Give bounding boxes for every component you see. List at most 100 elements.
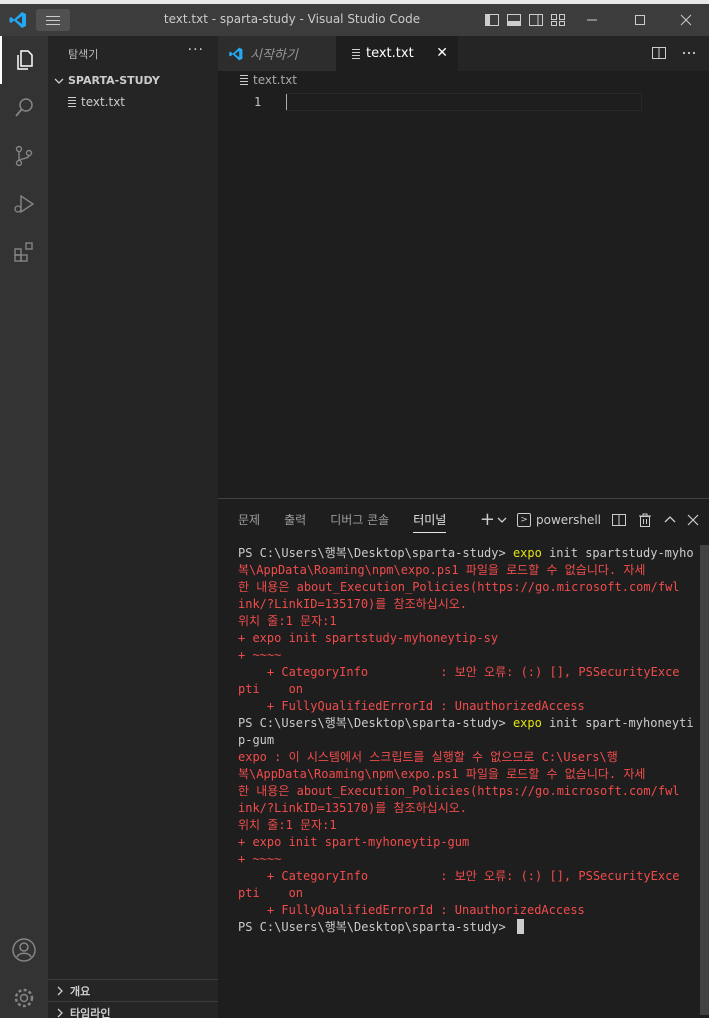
terminal-text: expo	[512, 716, 542, 730]
terminal-text: 위치 줄:1 문자:1	[238, 614, 337, 628]
terminal-text: 복\AppData\Roaming\npm\expo.ps1 파일을 로드할 수…	[238, 563, 646, 577]
tab-debug-console[interactable]: 디버그 콘솔	[330, 511, 389, 533]
customize-layout-icon[interactable]	[550, 12, 566, 28]
terminal-shell-selector[interactable]: > powershell	[517, 512, 601, 527]
terminal-text: 위치 줄:1 문자:1	[238, 818, 337, 832]
toggle-secondary-sidebar-icon[interactable]	[528, 12, 544, 28]
window-title: text.txt - sparta-study - Visual Studio …	[163, 12, 421, 26]
terminal-line: ink/?LinkID=135170)를 참조하십시오.	[238, 596, 698, 613]
application-menu-button[interactable]	[36, 9, 70, 31]
source-control-icon	[15, 145, 33, 167]
terminal-line: + expo init spart-myhoneytip-gum	[238, 834, 698, 851]
terminal-text: init spart-myhoneyti	[541, 716, 694, 730]
terminal-line: PS C:\Users\행복\Desktop\sparta-study> exp…	[238, 545, 698, 562]
close-window-button[interactable]	[674, 8, 698, 32]
search-button[interactable]	[0, 84, 48, 132]
terminal-line: 복\AppData\Roaming\npm\expo.ps1 파일을 로드할 수…	[238, 562, 698, 579]
files-icon	[17, 50, 33, 70]
text-cursor	[286, 94, 287, 110]
terminal-text: PS C:\Users\행복\Desktop\sparta-study>	[238, 546, 513, 560]
folder-sparta-study[interactable]: SPARTA-STUDY	[54, 74, 160, 87]
chevron-right-icon	[57, 986, 63, 995]
chevron-down-icon[interactable]	[497, 515, 507, 525]
toggle-primary-sidebar-icon[interactable]	[484, 12, 500, 28]
explorer-button[interactable]	[0, 36, 48, 84]
file-label: text.txt	[81, 95, 126, 109]
terminal-line: + CategoryInfo : 보안 오류: (:) [], PSSecuri…	[238, 868, 698, 885]
extensions-button[interactable]	[0, 228, 48, 276]
terminal-scrollbar[interactable]	[700, 545, 709, 1015]
text-file-icon	[240, 75, 248, 85]
terminal-text: + FullyQualifiedErrorId : UnauthorizedAc…	[238, 699, 585, 713]
terminal-line: 위치 줄:1 문자:1	[238, 817, 698, 834]
tab-output[interactable]: 출력	[284, 511, 306, 533]
terminal-line: + expo init spartstudy-myhoneytip-sy	[238, 630, 698, 647]
terminal-cursor	[516, 919, 524, 934]
split-editor-icon[interactable]	[651, 45, 667, 61]
terminal-text: + CategoryInfo : 보안 오류: (:) [], PSSecuri…	[238, 869, 680, 883]
terminal-text: 한 내용은 about_Execution_Policies(https://g…	[238, 580, 680, 594]
tab-text-txt[interactable]: text.txt ✕	[336, 36, 458, 71]
terminal-line: + ~~~~	[238, 851, 698, 868]
outline-label: 개요	[70, 984, 91, 998]
file-item[interactable]: text.txt	[68, 95, 125, 109]
terminal-text: PS C:\Users\행복\Desktop\sparta-study>	[238, 716, 513, 730]
tab-terminal[interactable]: 터미널	[413, 511, 447, 533]
chevron-right-icon	[57, 1008, 63, 1017]
terminal-text: ink/?LinkID=135170)를 참조하십시오.	[238, 597, 467, 611]
source-control-button[interactable]	[0, 132, 48, 180]
bottom-panel: 문제 출력 디버그 콘솔 터미널 + > powershell PS C:\Us…	[218, 498, 709, 1018]
sidebar-more-actions[interactable]: ···	[188, 42, 204, 58]
terminal-line: 한 내용은 about_Execution_Policies(https://g…	[238, 783, 698, 800]
terminal-line: pti on	[238, 885, 698, 902]
manage-button[interactable]	[0, 974, 48, 1018]
search-icon	[15, 98, 33, 117]
vscode-logo-icon	[229, 47, 243, 60]
terminal-text: + FullyQualifiedErrorId : UnauthorizedAc…	[238, 903, 585, 917]
terminal-line: + ~~~~	[238, 647, 698, 664]
shell-label: powershell	[536, 512, 601, 527]
terminal-line: + FullyQualifiedErrorId : UnauthorizedAc…	[238, 698, 698, 715]
tab-problems[interactable]: 문제	[238, 511, 260, 533]
accounts-button[interactable]	[0, 926, 48, 974]
run-debug-button[interactable]	[0, 180, 48, 228]
terminal-text: + CategoryInfo : 보안 오류: (:) [], PSSecuri…	[238, 665, 680, 679]
chevron-up-icon[interactable]	[663, 513, 677, 527]
timeline-section[interactable]: 타임라인	[48, 1001, 218, 1018]
minimize-icon	[587, 19, 597, 21]
activity-bar	[0, 36, 48, 1018]
terminal-line: + FullyQualifiedErrorId : UnauthorizedAc…	[238, 902, 698, 919]
terminal-icon: >	[517, 512, 531, 527]
tab-welcome[interactable]: 시작하기	[218, 36, 336, 71]
close-icon	[680, 14, 692, 26]
terminal-text: pti on	[238, 886, 304, 900]
terminal-text: ink/?LinkID=135170)를 참조하십시오.	[238, 801, 467, 815]
terminal-text: PS C:\Users\행복\Desktop\sparta-study>	[238, 920, 513, 934]
breadcrumb[interactable]: text.txt	[240, 73, 297, 87]
close-icon[interactable]	[687, 514, 699, 526]
minimize-button[interactable]	[580, 8, 604, 32]
terminal-output[interactable]: PS C:\Users\행복\Desktop\sparta-study> exp…	[238, 545, 698, 936]
sidebar-title: 탐색기	[68, 48, 99, 61]
run-debug-icon	[14, 194, 35, 214]
terminal-text: p-gum	[238, 733, 275, 747]
breadcrumb-file: text.txt	[253, 73, 298, 87]
terminal-line: PS C:\Users\행복\Desktop\sparta-study>	[238, 919, 698, 936]
editor-area[interactable]: 1	[218, 90, 709, 498]
terminal-text: 복\AppData\Roaming\npm\expo.ps1 파일을 로드할 수…	[238, 767, 646, 781]
trash-icon[interactable]	[637, 512, 653, 528]
terminal-text: expo	[512, 546, 542, 560]
toggle-panel-icon[interactable]	[506, 12, 522, 28]
terminal-line: + CategoryInfo : 보안 오류: (:) [], PSSecuri…	[238, 664, 698, 681]
outline-section[interactable]: 개요	[48, 979, 218, 1001]
line-number: 1	[254, 95, 262, 109]
more-actions-icon[interactable]	[681, 45, 697, 61]
tab-label: text.txt	[366, 46, 414, 61]
maximize-button[interactable]	[628, 8, 652, 32]
maximize-icon	[635, 15, 645, 25]
text-file-icon	[352, 48, 360, 59]
terminal-text: + expo init spart-myhoneytip-gum	[238, 835, 470, 849]
split-terminal-icon[interactable]	[611, 512, 627, 528]
close-tab-button[interactable]: ✕	[436, 45, 448, 61]
new-terminal-button[interactable]: +	[480, 509, 495, 530]
